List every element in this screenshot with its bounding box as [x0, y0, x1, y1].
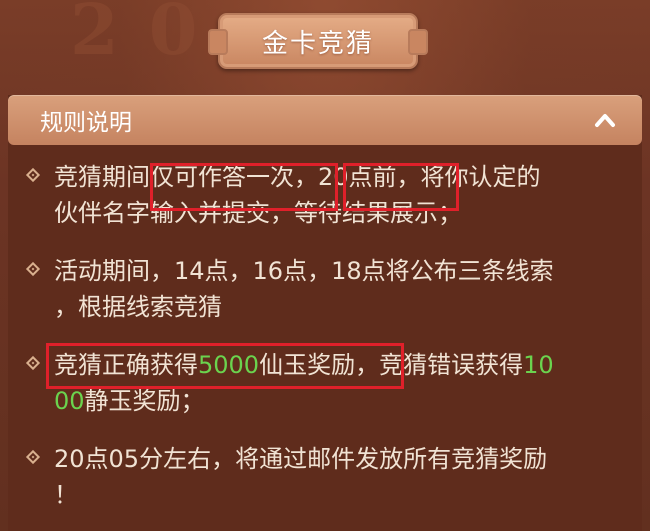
highlight-box	[150, 163, 338, 211]
rule-line: ！	[54, 481, 78, 509]
diamond-bullet-icon	[25, 167, 41, 183]
highlight-box	[46, 343, 404, 389]
rules-header-title: 规则说明	[40, 110, 132, 136]
diamond-bullet-icon	[25, 449, 41, 465]
rule-item: 20点05分左右，将通过邮件发放所有竞猜奖励 ！	[25, 441, 624, 513]
diamond-bullet-icon	[25, 355, 41, 371]
background-decoration: 20	[70, 0, 228, 71]
rule-line: 竞猜期间仅可作答一次，20点前，将你认定的	[54, 163, 541, 191]
rule-line: ，根据线索竞猜	[54, 293, 222, 321]
collapse-button[interactable]	[592, 107, 618, 133]
title-banner: 金卡竞猜	[208, 13, 428, 69]
rules-header[interactable]: 规则说明	[8, 95, 642, 145]
highlight-box	[343, 163, 459, 211]
rule-line: 伙伴名字输入并提交，等待结果展示；	[54, 199, 462, 227]
chevron-up-icon	[595, 114, 615, 127]
reward-amount: 10	[523, 351, 554, 379]
diamond-bullet-icon	[25, 261, 41, 277]
page-title: 金卡竞猜	[261, 28, 374, 59]
rule-line: 20点05分左右，将通过邮件发放所有竞猜奖励	[54, 445, 548, 473]
rule-text: 静玉奖励；	[84, 387, 205, 415]
rule-line: 活动期间，14点，16点，18点将公布三条线索	[54, 257, 554, 285]
reward-amount: 00	[54, 387, 85, 415]
rules-panel: 规则说明 竞猜期间仅可作答一次，20点前，将你认定的 伙伴名字输入并提交，等待结…	[8, 95, 642, 531]
rule-item: 活动期间，14点，16点，18点将公布三条线索 ，根据线索竞猜	[25, 253, 624, 325]
